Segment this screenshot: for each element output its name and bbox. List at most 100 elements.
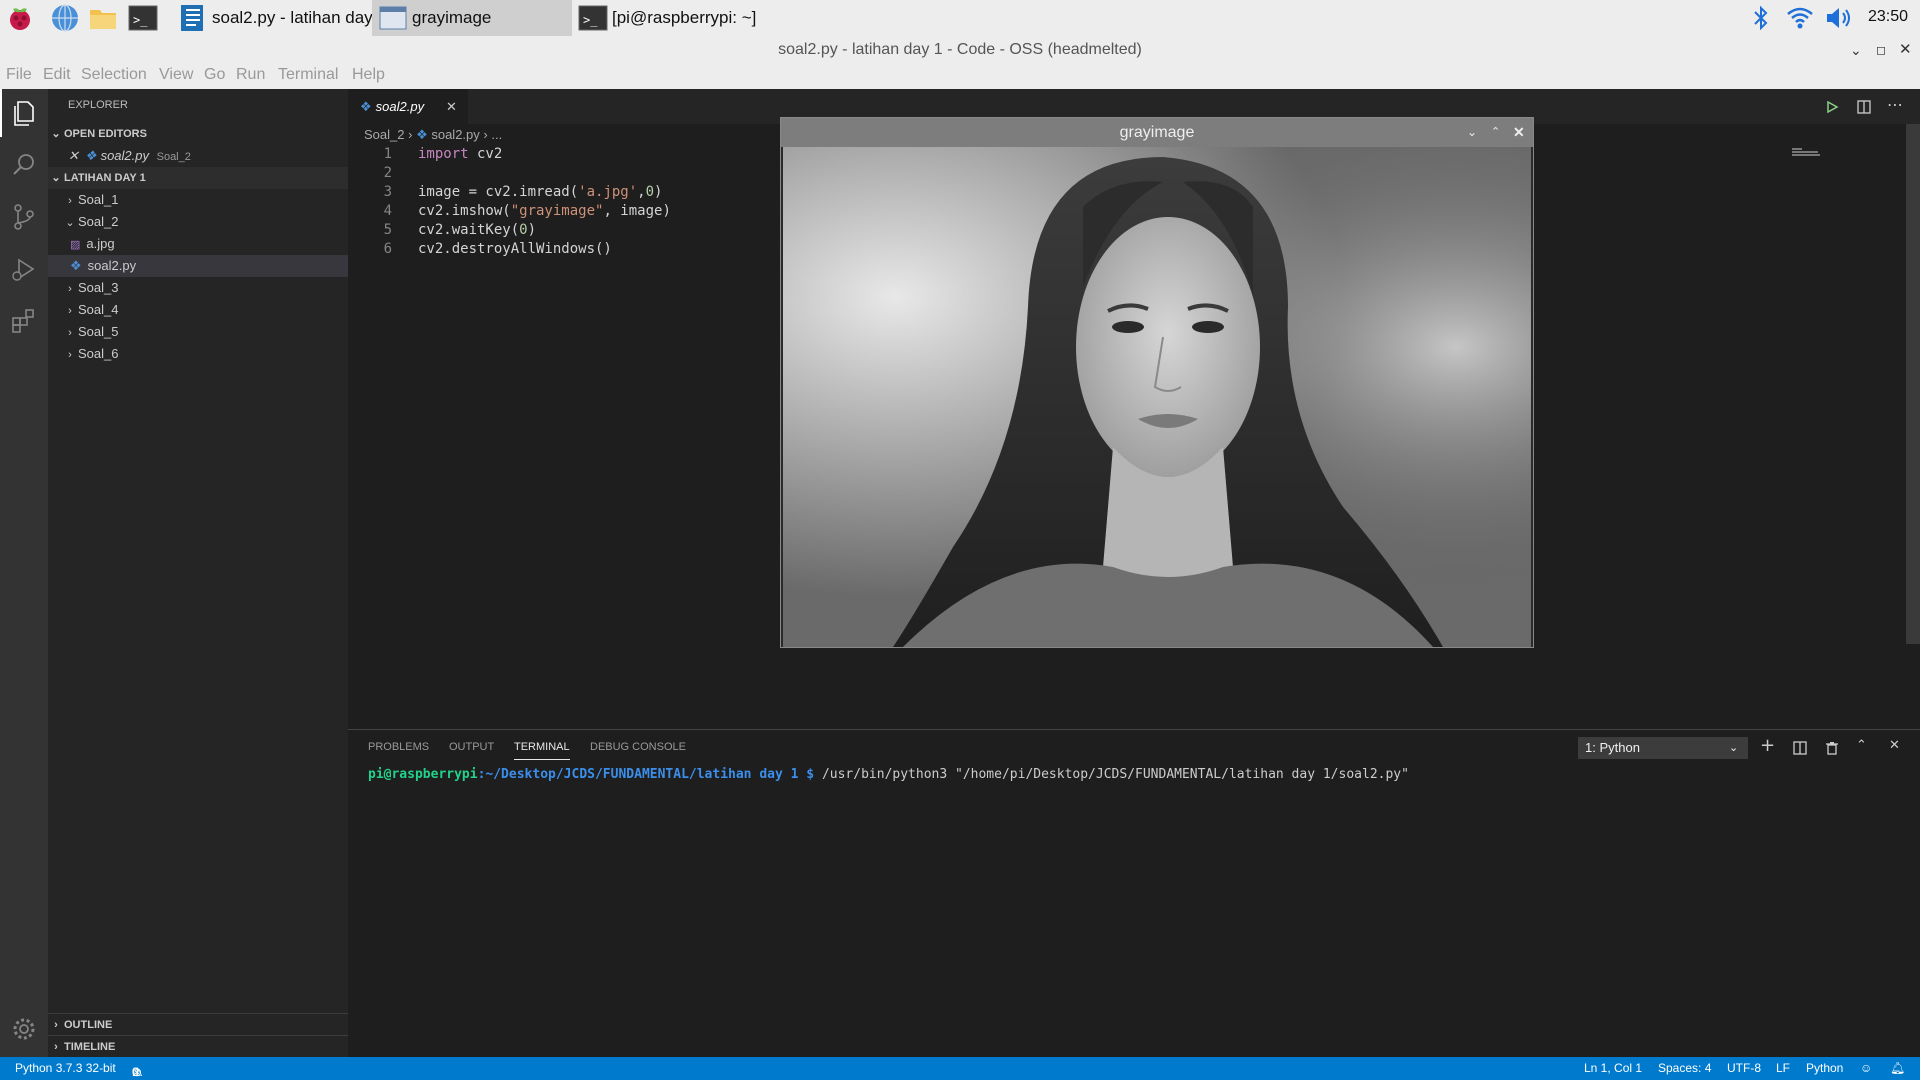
grayimage-title: grayimage [1119,124,1195,141]
minimap[interactable] [1792,148,1822,156]
timeline-section[interactable]: › TIMELINE [48,1035,348,1057]
indentation[interactable]: Spaces: 4 [1658,1061,1711,1075]
maximize-chevron-icon[interactable]: ⌃ [1491,118,1500,147]
close-window-icon[interactable]: ✕ [1513,118,1525,147]
encoding[interactable]: UTF-8 [1727,1061,1761,1075]
explorer-title: EXPLORER [68,99,128,111]
menu-view[interactable]: View [159,66,193,84]
section-label: LATIHAN DAY 1 [64,172,146,184]
tree-folder-soal-6[interactable]: › Soal_6 [48,343,348,365]
terminal-launcher-icon[interactable]: >_ [128,3,158,33]
trash-icon[interactable] [1824,740,1840,756]
breadcrumb-item[interactable]: ... [491,127,502,142]
panel-tab-output[interactable]: OUTPUT [449,741,494,753]
menu-help[interactable]: Help [352,66,385,84]
split-editor-icon[interactable] [1856,99,1872,115]
panel-tab-problems[interactable]: PROBLEMS [368,741,429,753]
tree-folder-soal-2[interactable]: ⌄ Soal_2 [48,211,348,233]
terminal-output-line[interactable]: pi@raspberrypi:~/Desktop/JCDS/FUNDAMENTA… [368,767,1409,782]
line-number: 1 [383,146,392,162]
tree-file-soal2-py[interactable]: ❖ soal2.py [48,255,348,277]
taskbar-task-vscode[interactable]: soal2.py - latihan day... [172,0,372,36]
close-panel-icon[interactable]: ✕ [1889,738,1900,753]
close-window-icon[interactable]: ✕ [1899,36,1912,64]
menu-bar: File Edit Selection View Go Run Terminal… [0,64,1920,89]
tree-label: Soal_3 [78,280,119,295]
close-icon[interactable]: ✕ [68,148,79,163]
menu-terminal[interactable]: Terminal [278,66,338,84]
code-line[interactable]: cv2.imshow("grayimage", image) [418,203,671,219]
tree-folder-soal-1[interactable]: › Soal_1 [48,189,348,211]
run-file-play-icon[interactable] [1824,99,1840,115]
terminal-icon: >_ [578,5,608,31]
explorer-files-icon[interactable] [9,98,39,128]
code-text: ) [654,184,663,200]
language-mode[interactable]: Python [1806,1061,1843,1075]
tree-folder-soal-5[interactable]: › Soal_5 [48,321,348,343]
terminal-select[interactable]: 1: Python ⌄ [1578,737,1748,759]
panel-tab-terminal[interactable]: TERMINAL [514,741,570,760]
menu-selection[interactable]: Selection [81,66,147,84]
tab-soal2-py[interactable]: ❖ soal2.py ✕ [348,89,468,124]
minimize-chevron-icon[interactable]: ⌄ [1850,36,1862,64]
workspace-folder-section[interactable]: ⌄ LATIHAN DAY 1 [48,167,348,189]
tree-folder-soal-3[interactable]: › Soal_3 [48,277,348,299]
window-title: soal2.py - latihan day 1 - Code - OSS (h… [778,41,1142,58]
tree-folder-soal-4[interactable]: › Soal_4 [48,299,348,321]
editor-scrollbar[interactable] [1906,124,1920,644]
run-debug-icon[interactable] [9,254,39,284]
tree-file-a-jpg[interactable]: ▨ a.jpg [48,233,348,255]
grayimage-titlebar[interactable]: grayimage ⌄ ⌃ ✕ [781,118,1533,147]
tree-label: Soal_1 [78,192,119,207]
notifications-bell-icon[interactable]: 🔔︎ [1890,1061,1905,1075]
source-control-icon[interactable] [9,202,39,232]
text-editor-icon [181,5,203,31]
section-label: OUTLINE [64,1019,113,1031]
taskbar-task-terminal[interactable]: >_ [pi@raspberrypi: ~] [572,0,772,36]
end-of-line[interactable]: LF [1776,1061,1790,1075]
section-label: TIMELINE [64,1041,116,1053]
code-line[interactable]: image = cv2.imread('a.jpg',0) [418,184,662,200]
maximize-icon[interactable]: ◻ [1876,36,1886,64]
panel-tab-debug-console[interactable]: DEBUG CONSOLE [590,741,686,753]
taskbar-task-grayimage[interactable]: grayimage [372,0,572,36]
code-number: 0 [645,184,655,200]
menu-edit[interactable]: Edit [43,66,71,84]
code-text: , [637,184,646,200]
open-editor-item[interactable]: ✕ ❖ soal2.py Soal_2 [48,145,348,167]
close-tab-icon[interactable]: ✕ [446,89,457,124]
terminal-select-value: 1: Python [1585,740,1640,755]
menu-go[interactable]: Go [204,66,225,84]
code-line[interactable]: import cv2 [418,146,502,162]
more-actions-icon[interactable]: ⋯ [1887,95,1903,114]
code-line[interactable]: cv2.waitKey(0) [418,222,536,238]
outline-section[interactable]: › OUTLINE [48,1013,348,1035]
new-terminal-plus-icon[interactable]: + [1760,735,1775,756]
search-icon[interactable] [9,150,39,180]
raspberry-menu-icon[interactable] [5,3,35,33]
minimize-chevron-icon[interactable]: ⌄ [1467,118,1477,147]
python-interpreter[interactable]: Python 3.7.3 32-bit [15,1061,116,1075]
file-manager-folder-icon[interactable] [88,3,118,33]
maximize-panel-chevron-up-icon[interactable]: ⌃ [1856,738,1867,753]
open-editors-section[interactable]: ⌄ OPEN EDITORS [48,123,348,145]
breadcrumb-item[interactable]: Soal_2 [364,127,404,142]
prompt-path: :~/Desktop/JCDS/FUNDAMENTAL/latihan day … [477,767,815,782]
menu-file[interactable]: File [6,66,32,84]
code-line[interactable]: cv2.destroyAllWindows() [418,241,612,257]
tab-label: soal2.py [375,99,425,114]
settings-gear-icon[interactable] [9,1014,39,1044]
taskbar-task-label: [pi@raspberrypi: ~] [612,8,757,27]
feedback-icon[interactable]: ☺ [1860,1061,1872,1075]
extensions-icon[interactable] [9,306,39,336]
wifi-icon[interactable] [1786,5,1814,31]
browser-globe-icon[interactable] [50,3,80,33]
split-terminal-icon[interactable] [1792,740,1808,756]
cursor-position[interactable]: Ln 1, Col 1 [1584,1061,1642,1075]
menu-run[interactable]: Run [236,66,265,84]
volume-icon[interactable] [1824,5,1854,31]
tree-label: Soal_4 [78,302,119,317]
breadcrumb-item[interactable]: soal2.py [431,127,479,142]
grayimage-window[interactable]: grayimage ⌄ ⌃ ✕ [780,117,1534,648]
bluetooth-icon[interactable] [1750,5,1772,31]
